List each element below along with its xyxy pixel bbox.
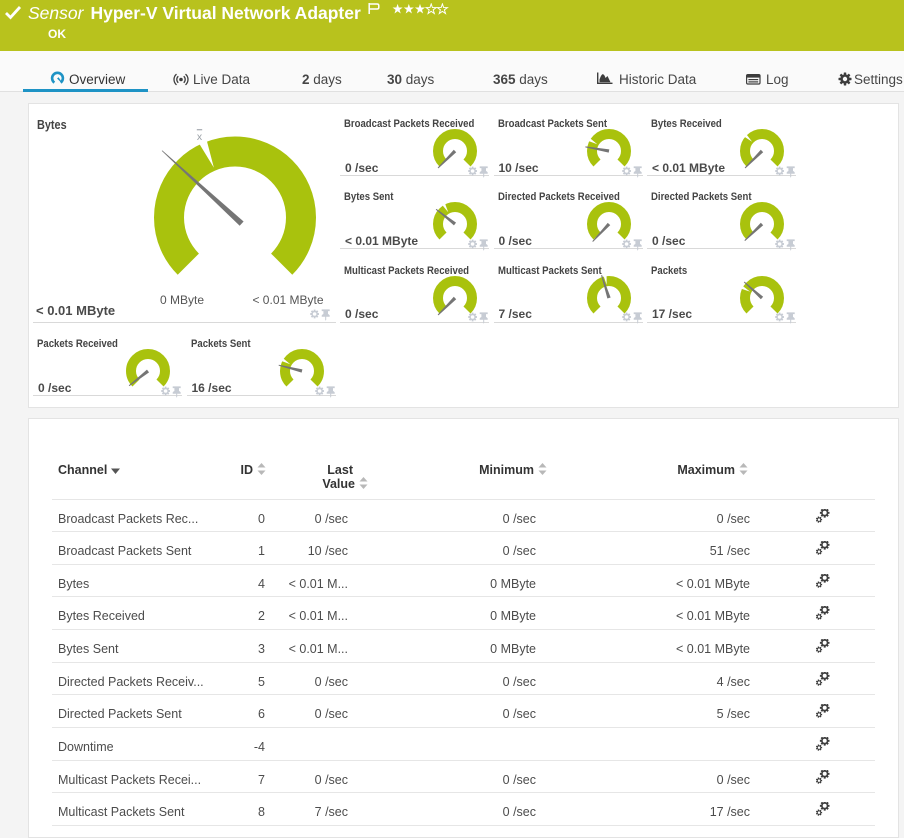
svg-text:x: x: [197, 131, 203, 142]
